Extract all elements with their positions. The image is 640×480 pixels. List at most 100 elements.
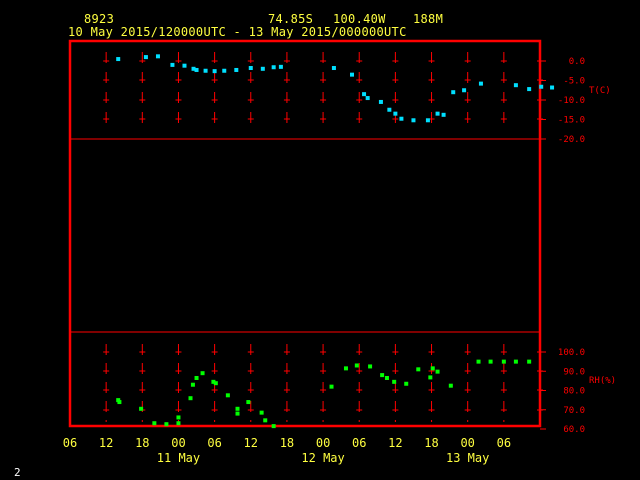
temperature-point [462, 88, 467, 93]
temperature-point [170, 62, 175, 67]
plot-frame [68, 39, 542, 428]
rh-point [343, 366, 348, 371]
temperature-point [155, 54, 160, 59]
temperature-point [182, 63, 187, 68]
temp-tick-label: -15.0 [558, 116, 585, 126]
temperature-point [478, 81, 483, 86]
station-latitude: 74.85S [268, 12, 314, 26]
rh-point [404, 381, 409, 386]
rh-point [416, 367, 421, 372]
temperature-point [234, 67, 239, 72]
rh-point [435, 369, 440, 374]
rh-point [428, 375, 433, 380]
x-hour-label: 06 [63, 436, 77, 450]
temperature-point [399, 116, 404, 121]
rh-point [368, 364, 373, 369]
x-hour-label: 18 [424, 436, 438, 450]
temperature-point [425, 118, 430, 123]
rh-point [448, 383, 453, 388]
rh-point [380, 373, 385, 378]
temperature-point [260, 66, 265, 71]
temperature-point [248, 66, 253, 71]
temperature-point [194, 67, 199, 72]
x-hour-label: 00 [316, 436, 330, 450]
x-hour-label: 12 [388, 436, 402, 450]
x-hour-label: 00 [171, 436, 185, 450]
rh-point [271, 424, 276, 429]
rh-point [259, 410, 264, 415]
temperature-point [387, 107, 392, 112]
temperature-point [441, 112, 446, 117]
rh-point [190, 382, 195, 387]
rh-point [235, 411, 240, 416]
temperature-point [365, 96, 370, 101]
rh-point [476, 359, 481, 364]
temperature-point [143, 55, 148, 60]
x-hour-label: 06 [497, 436, 511, 450]
temp-tick-label: 0.0 [569, 57, 585, 67]
temperature-point [393, 111, 398, 116]
rh-point [235, 406, 240, 411]
temperature-point [271, 65, 276, 70]
x-hour-label: 18 [280, 436, 294, 450]
temperature-point [222, 68, 227, 73]
rh-point [263, 418, 268, 423]
rh-point [176, 421, 181, 426]
x-hour-label: 06 [207, 436, 221, 450]
rh-point [513, 359, 518, 364]
rh-point [194, 375, 199, 380]
temperature-point [350, 72, 354, 77]
rh-point [384, 375, 389, 380]
rh-tick-label: 60.0 [563, 425, 585, 435]
meteogram: 0.0 -5.0 -10.0 -15.0 -20.0 T(C) 100.0 90.0 80.0 7… [63, 39, 616, 465]
rh-point [225, 393, 230, 398]
rh-point [392, 379, 397, 384]
temperature-point [411, 118, 416, 123]
rh-point [329, 384, 334, 389]
temp-axis-label: T(C) [589, 86, 611, 96]
page-number: 2 [14, 466, 21, 479]
temperature-point [435, 111, 440, 116]
temperature-point [331, 66, 336, 71]
rh-tick-label: 80.0 [563, 387, 585, 397]
temperature-point [203, 68, 208, 73]
temperature-point [116, 57, 121, 62]
station-elevation: 188M [413, 12, 444, 26]
station-longitude: 100.40W [333, 12, 386, 26]
temperature-point [362, 92, 367, 97]
rh-tick-label: 70.0 [563, 406, 585, 416]
rh-point [488, 359, 493, 364]
temp-tick-label: -20.0 [558, 135, 585, 145]
temperature-point [539, 84, 544, 89]
time-range: 10 May 2015/120000UTC - 13 May 2015/0000… [68, 25, 407, 39]
rh-point [139, 406, 144, 411]
x-hour-label: 12 [244, 436, 258, 450]
station-id: 8923 [84, 12, 115, 26]
temperature-point [550, 85, 555, 90]
x-day-label: 11 May [157, 451, 200, 465]
rh-point [176, 415, 181, 420]
temp-tick-label: -5.0 [563, 77, 585, 87]
rh-point [501, 359, 506, 364]
temperature-point [212, 69, 217, 74]
rh-axis-label: RH(%) [589, 376, 616, 386]
rh-tick-label: 100.0 [558, 348, 585, 358]
x-hour-label: 00 [460, 436, 474, 450]
rh-point [213, 381, 218, 386]
x-hour-label: 06 [352, 436, 366, 450]
temp-tick-label: -10.0 [558, 96, 585, 106]
x-day-label: 12 May [301, 451, 344, 465]
x-day-label: 13 May [446, 451, 489, 465]
rh-point [188, 396, 193, 401]
rh-point [527, 359, 532, 364]
temperature-point [451, 90, 456, 95]
rh-point [200, 371, 205, 376]
rh-point [164, 422, 169, 427]
rh-tick-label: 90.0 [563, 367, 585, 377]
temperature-point [378, 99, 383, 104]
rh-point [152, 421, 157, 426]
temperature-point [278, 64, 283, 69]
x-hour-label: 12 [99, 436, 113, 450]
rh-point [246, 400, 251, 405]
rh-point [354, 363, 359, 368]
